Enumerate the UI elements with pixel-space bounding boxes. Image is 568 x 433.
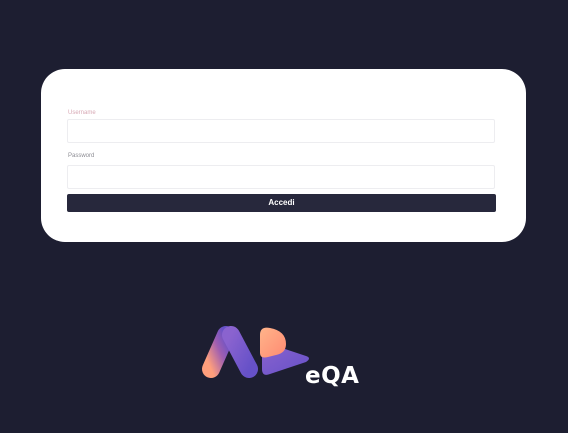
password-input[interactable] xyxy=(67,165,495,189)
login-card: Username Password Accedi xyxy=(41,69,526,242)
login-button[interactable]: Accedi xyxy=(67,194,496,212)
password-label: Password xyxy=(68,153,95,159)
eqa-logo-text: eQA xyxy=(305,363,360,389)
login-page: Username Password Accedi eQA xyxy=(0,0,568,433)
eqa-logo: eQA xyxy=(196,322,366,394)
username-input[interactable] xyxy=(67,119,495,143)
username-label: Username xyxy=(68,110,96,116)
